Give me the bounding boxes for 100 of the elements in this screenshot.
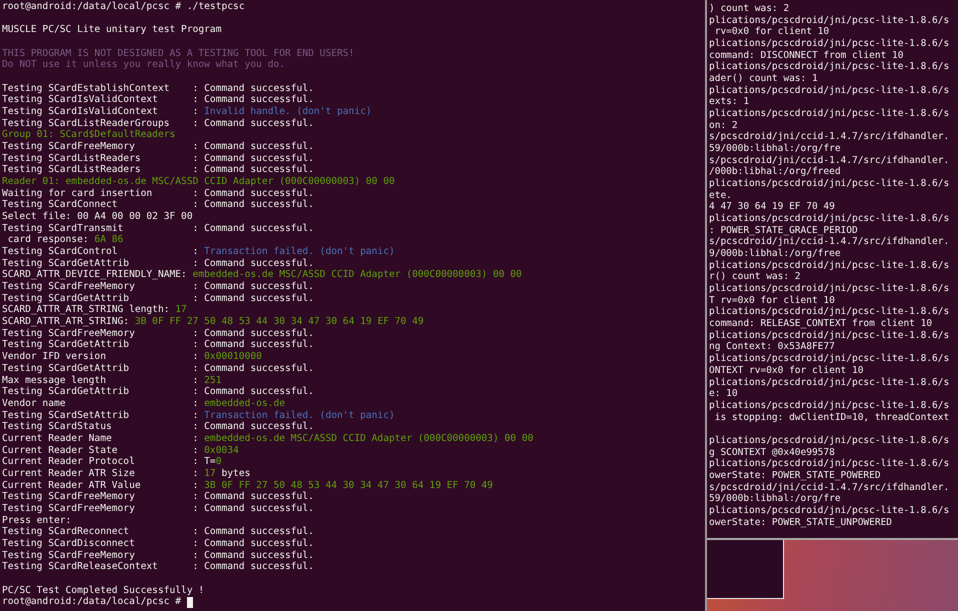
field-label: Testing SCardFreeMemory <box>2 281 136 293</box>
log-line: plications/pcscdroid/jni/pcsc-lite-1.8.6/s <box>709 61 950 74</box>
field-value: : Command successful. <box>192 502 314 515</box>
field-value: : Command successful. <box>192 188 314 200</box>
field-value: : Command successful. <box>192 82 314 94</box>
field-label: Testing SCardFreeMemory <box>2 141 136 153</box>
field-label: Testing SCardGetAttrib <box>2 258 130 270</box>
field-value: : Command successful. <box>192 561 314 573</box>
field-label: Testing SCardDisconnect <box>2 538 136 550</box>
log-line: plications/pcscdroid/jni/pcsc-lite-1.8.6/s <box>709 283 950 295</box>
terminal-line: Do NOT use it unless you really know what you do. <box>2 59 286 72</box>
text-cursor-icon <box>186 596 193 608</box>
log-line: plications/pcscdroid/jni/pcsc-lite-1.8.6/s <box>709 38 950 50</box>
log-line: plications/pcscdroid/jni/pcsc-lite-1.8.6/s <box>709 108 950 120</box>
log-line: plications/pcscdroid/jni/pcsc-lite-1.8.6/s <box>709 178 950 190</box>
field-value: : Command successful. <box>192 526 314 538</box>
field-label: Testing SCardGetAttrib <box>2 339 130 352</box>
field-label: Current Reader Protocol <box>2 456 136 468</box>
field-value: : 0x0034 <box>192 444 239 456</box>
log-line: on: 2 <box>709 120 738 132</box>
field-label: Testing SCardIsValidContext <box>2 106 159 118</box>
shell-prompt: root@android:/data/local/pcsc # <box>2 596 182 608</box>
log-line: plications/pcscdroid/jni/pcsc-lite-1.8.6/s <box>709 353 950 365</box>
log-line: ONTEXT rv=0x0 for client 10 <box>709 364 864 377</box>
terminal-line: Group 01: SCard$DefaultReaders <box>2 129 176 142</box>
field-value: : 3B 0F FF 27 50 48 53 44 30 34 47 30 64 19 EF 70 49 <box>192 480 493 492</box>
log-line: /000b:libhal:/org/freed <box>709 166 841 178</box>
field-label: Testing SCardReleaseContext <box>2 561 159 573</box>
field-label: Testing SCardEstablishContext <box>2 82 171 94</box>
field-value: : Command successful. <box>192 339 314 352</box>
log-line: ete. <box>709 190 732 202</box>
field-label: Current Reader Name <box>2 432 113 445</box>
field-value: : Command successful. <box>192 258 314 270</box>
terminal-line: THIS PROGRAM IS NOT DESIGNED AS A TESTING TOOL FOR END USERS! <box>2 48 354 60</box>
field-value: : Command successful. <box>192 199 314 212</box>
log-line: e: 10 <box>709 388 738 400</box>
field-label: Testing SCardFreeMemory <box>2 550 136 562</box>
field-label: Testing SCardControl <box>2 246 119 258</box>
field-label: Testing SCardFreeMemory <box>2 502 136 515</box>
log-line: : POWER_STATE_GRACE_PERIOD <box>709 224 858 236</box>
field-label: Testing SCardFreeMemory <box>2 328 136 340</box>
log-line: plications/pcscdroid/jni/pcsc-lite-1.8.6/s <box>709 330 950 342</box>
log-line: s/pcscdroid/jni/ccid-1.4.7/src/ifdhandler. <box>709 131 950 144</box>
field-value: : embedded-os.de MSC/ASSD CCID Adapter (000C00000003) 00 00 <box>192 432 534 445</box>
log-line: command: RELEASE_CONTEXT from client 10 <box>709 318 932 330</box>
log-line: ) count was: 2 <box>709 3 790 15</box>
log-line: ader() count was: 1 <box>709 73 818 85</box>
field-value: : Command successful. <box>192 362 314 375</box>
field-label: Testing SCardStatus <box>2 421 113 433</box>
field-label: Waiting for card insertion <box>2 188 154 200</box>
log-line: exts: 1 <box>709 96 750 108</box>
log-line: 59/000b:libhal:/org/fre <box>709 493 841 505</box>
field-label: Testing SCardGetAttrib <box>2 386 130 398</box>
log-line: plications/pcscdroid/jni/pcsc-lite-1.8.6/s <box>709 376 950 388</box>
field-value: : Command successful. <box>192 328 314 340</box>
terminal-line: SCARD_ATTR_ATR_STRING: 3B 0F FF 27 50 48 53 44 30 34 47 30 64 19 EF 70 49 <box>2 316 424 328</box>
field-value: : Command successful. <box>192 222 314 234</box>
log-line: plications/pcscdroid/jni/pcsc-lite-1.8.6/s <box>709 260 950 272</box>
field-value: : 0x00010000 <box>192 351 262 363</box>
terminal-line: card response: 6A 86 <box>6 234 124 246</box>
log-line: command: DISCONNECT from client 10 <box>709 50 904 62</box>
log-line: is stopping: dwClientID=10, threadContext <box>714 412 950 424</box>
log-line: plications/pcscdroid/jni/pcsc-lite-1.8.6/s <box>709 434 950 447</box>
field-label: Vendor name <box>2 398 67 410</box>
field-value: : Transaction failed. (don't panic) <box>192 410 395 422</box>
log-line: plications/pcscdroid/jni/pcsc-lite-1.8.6/s <box>709 504 950 517</box>
field-value: : Command successful. <box>192 292 314 304</box>
field-label: Testing SCardFreeMemory <box>2 491 136 503</box>
field-value: : Transaction failed. (don't panic) <box>192 246 395 258</box>
log-line: s/pcscdroid/jni/ccid-1.4.7/src/ifdhandler. <box>709 154 950 166</box>
field-value: : Command successful. <box>192 386 314 398</box>
field-value: : Command successful. <box>192 94 314 106</box>
log-line: 9/000b:libhal:/org/free <box>709 248 841 260</box>
log-line: g SCONTEXT @0x40e99578 <box>709 446 835 458</box>
field-label: Testing SCardListReaders <box>2 164 142 176</box>
log-line: ng Context: 0x53A8FE77 <box>709 341 835 354</box>
field-label: Testing SCardSetAttrib <box>2 410 130 422</box>
field-value: : embedded-os.de <box>192 398 286 410</box>
terminal-line: SCARD_ATTR_ATR_STRING length: 17 <box>2 304 187 316</box>
terminal-line: Press enter: <box>2 514 72 526</box>
log-line: s/pcscdroid/jni/ccid-1.4.7/src/ifdhandler. <box>709 482 950 494</box>
field-value: : 251 <box>192 374 222 386</box>
field-value: : Command successful. <box>192 550 314 562</box>
field-label: Testing SCardListReaderGroups <box>2 118 171 130</box>
field-label: Testing SCardConnect <box>2 199 119 212</box>
terminal-line: SCARD_ATTR_DEVICE_FRIENDLY_NAME: embedded-os.de MSC/ASSD CCID Adapter (000C00000003) 00 00 <box>2 269 522 282</box>
field-value: : Command successful. <box>192 491 314 503</box>
log-line: plications/pcscdroid/jni/pcsc-lite-1.8.6/s <box>709 213 950 225</box>
field-value: : Invalid handle. (don't panic) <box>192 106 372 118</box>
log-line: rv=0x0 for client 10 <box>714 26 830 38</box>
log-line: plications/pcscdroid/jni/pcsc-lite-1.8.6/s <box>709 84 950 96</box>
log-line: plications/pcscdroid/jni/pcsc-lite-1.8.6/s <box>709 458 950 470</box>
field-label: Testing SCardListReaders <box>2 152 142 164</box>
field-label: Vendor IFD version <box>2 351 107 363</box>
log-line: plications/pcscdroid/jni/pcsc-lite-1.8.6/s <box>709 14 950 26</box>
field-value: : 17 bytes <box>192 468 250 480</box>
field-value: : Command successful. <box>192 152 314 164</box>
log-line: T rv=0x0 for client 10 <box>709 294 835 306</box>
field-value: : Command successful. <box>192 118 314 130</box>
log-line: plications/pcscdroid/jni/pcsc-lite-1.8.6/s <box>709 306 950 318</box>
